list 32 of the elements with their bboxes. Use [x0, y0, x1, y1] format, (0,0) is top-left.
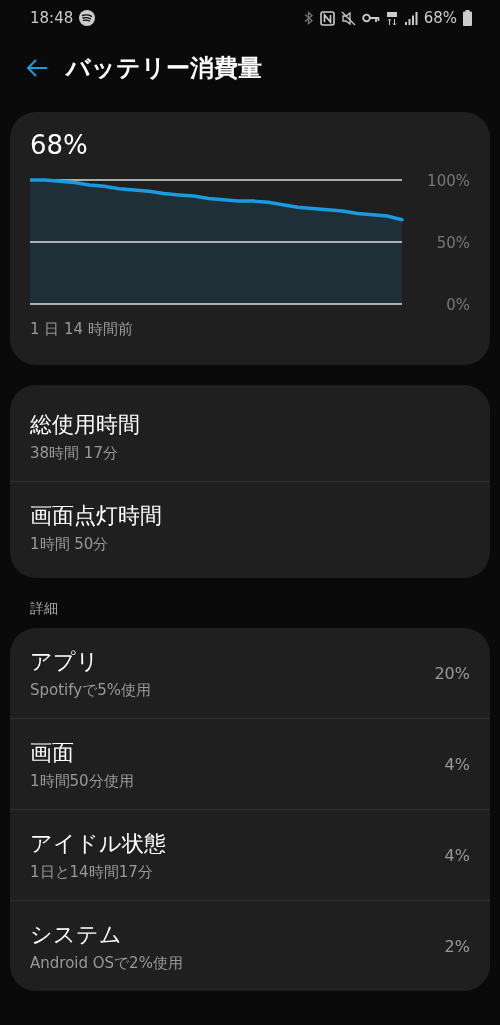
back-arrow-icon[interactable]	[26, 59, 48, 77]
item-subtitle: 1時間50分使用	[30, 771, 134, 791]
nfc-icon	[319, 10, 335, 26]
usage-percent: 4%	[444, 845, 470, 865]
item-title[interactable]: システム	[30, 919, 122, 950]
item-title[interactable]: アイドル状態	[30, 828, 166, 859]
network-icon	[385, 10, 398, 26]
page-title: バッテリー消費量	[66, 53, 262, 84]
spotify-icon	[79, 10, 96, 26]
item-subtitle: Spotifyで5%使用	[30, 680, 151, 700]
item-title[interactable]: アプリ	[30, 646, 99, 677]
section-heading: 詳細	[30, 600, 58, 618]
signal-icon	[403, 11, 418, 25]
axis-label: 50%	[436, 234, 470, 252]
item-subtitle: Android OSで2%使用	[30, 953, 183, 973]
mute-icon	[340, 10, 356, 26]
usage-percent: 20%	[434, 663, 470, 683]
axis-label: 0%	[446, 296, 470, 314]
battery-percent: 68%	[423, 9, 457, 27]
usage-row[interactable]: 画面点灯時間 1時間 50分	[10, 481, 490, 572]
axis-label: 100%	[427, 172, 470, 190]
item-subtitle: 1日と14時間17分	[30, 862, 153, 882]
battery-level: 68%	[30, 130, 88, 160]
usage-percent: 4%	[444, 754, 470, 774]
key-icon	[361, 12, 380, 24]
time-range-label: 1 日 14 時間前	[30, 320, 133, 339]
usage-row[interactable]: 総使用時間 38時間 17分	[10, 391, 490, 481]
usage-percent: 2%	[444, 936, 470, 956]
bluetooth-icon	[303, 10, 314, 26]
battery-icon	[463, 10, 472, 26]
clock: 18:48	[30, 9, 74, 27]
item-title[interactable]: 画面	[30, 737, 74, 768]
